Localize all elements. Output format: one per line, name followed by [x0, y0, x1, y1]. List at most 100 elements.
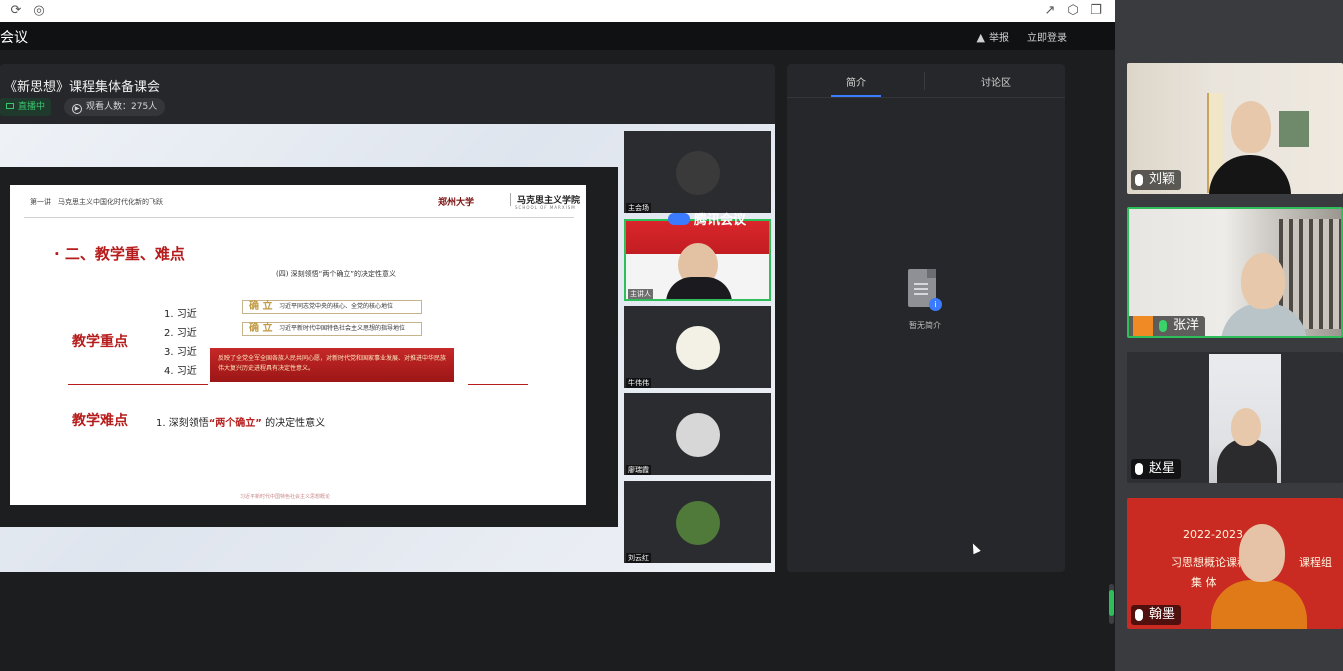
video-tile[interactable]: 牛伟伟 — [624, 306, 771, 388]
list-item: 1. 习近 — [164, 309, 197, 320]
participant-name-tag: 刘颖 — [1131, 170, 1182, 190]
background-text: 课程组 — [1299, 556, 1332, 569]
stream-panel: 《新思想》课程集体备课会 直播中 ▶ 观看人数：275人 第一讲 马克思主义中国化… — [0, 64, 775, 572]
tag-text: 习近平新时代中国特色社会主义思想的指导地位 — [279, 325, 406, 332]
app-header: 会议 ▲ 举报 立即登录 — [0, 22, 1115, 50]
participant-tile[interactable]: 2022-2023 习思想概论课程组 课程组 集 体 翰墨 — [1127, 498, 1343, 629]
video-tile-speaker[interactable]: 主讲人 — [624, 219, 771, 301]
participant-name: 翰墨 — [1149, 607, 1176, 622]
browser-toolbar: ⟳ ◎ ↗ ⬡ ❐ — [0, 0, 1115, 22]
participant-name-tag: 赵星 — [1131, 459, 1182, 479]
difficulty-label: 教学难点 — [72, 413, 128, 429]
report-button[interactable]: ▲ 举报 — [977, 29, 1009, 44]
video-tile[interactable]: 廖瑞霞 — [624, 393, 771, 475]
university-logo: 郑州大学 — [438, 198, 475, 208]
stream-title: 《新思想》课程集体备课会 — [4, 80, 161, 95]
participant-tile[interactable]: 刘颖 — [1127, 63, 1343, 194]
avatar — [676, 413, 720, 457]
participant-tile-active[interactable]: 张洋 — [1127, 207, 1343, 338]
video-tile[interactable]: 刘云红 — [624, 481, 771, 563]
host-user-icon — [1133, 316, 1153, 336]
tile-name: 廖瑞霞 — [626, 465, 651, 475]
video-tile[interactable]: 主会场 — [624, 131, 771, 213]
tile-name: 主会场 — [626, 203, 651, 213]
participant-tile[interactable]: 赵星 — [1127, 352, 1343, 483]
microphone-icon — [1135, 609, 1143, 621]
school-name-en: SCHOOL OF MARXISM — [515, 205, 576, 210]
tile-name: 主讲人 — [628, 289, 653, 299]
globe-icon[interactable]: ◎ — [31, 3, 47, 19]
tencent-meeting-logo-icon — [668, 213, 690, 225]
establish-tag: 确 立习近平新时代中国特色社会主义思想的指导地位 — [242, 322, 422, 336]
shared-screen: 第一讲 马克思主义中国化时代化新的飞跃 郑州大学 马克思主义学院 SCHOOL … — [0, 167, 618, 527]
viewer-count: ▶ 观看人数：275人 — [64, 98, 166, 116]
tencent-meeting-watermark: 腾讯会议 — [668, 209, 746, 228]
participant-name-tag: 张洋 — [1129, 316, 1206, 336]
difficulty-prefix: 1. 深刻领悟 — [156, 418, 209, 429]
play-icon: ▶ — [72, 104, 82, 114]
document-line — [914, 293, 928, 295]
window-icon[interactable]: ❐ — [1088, 3, 1104, 19]
intro-panel: 简介 讨论区 i 暂无简介 — [787, 64, 1065, 572]
slide-footer: 习近平新时代中国特色社会主义思想概论 — [240, 494, 331, 500]
report-label: 举报 — [989, 33, 1009, 44]
tile-name: 牛伟伟 — [626, 378, 651, 388]
tab-discussion[interactable]: 讨论区 — [981, 74, 1011, 89]
live-label: 直播中 — [18, 102, 46, 112]
document-line — [914, 283, 928, 285]
warning-icon: ▲ — [976, 31, 985, 44]
establish-tag: 确 立习近平同志党中央的核心、全党的核心地位 — [242, 300, 422, 314]
tag-word: 确 立 — [249, 301, 273, 312]
divider — [468, 384, 528, 385]
divider — [787, 97, 1065, 98]
share-icon[interactable]: ↗ — [1042, 3, 1058, 19]
list-item: 2. 习近 — [164, 328, 197, 339]
tag-text: 习近平同志党中央的核心、全党的核心地位 — [279, 303, 394, 310]
header-actions: ▲ 举报 立即登录 — [977, 29, 1067, 44]
login-button[interactable]: 立即登录 — [1027, 29, 1067, 44]
background-frame — [1279, 111, 1309, 147]
avatar — [676, 151, 720, 195]
viewer-count-label: 观看人数：275人 — [86, 102, 158, 112]
key-points-label: 教学重点 — [72, 334, 128, 350]
document-icon: i — [908, 269, 942, 311]
reload-icon[interactable]: ⟳ — [8, 3, 24, 19]
microphone-active-icon — [1159, 320, 1167, 332]
participant-name: 刘颖 — [1149, 172, 1176, 187]
presentation-slide: 第一讲 马克思主义中国化时代化新的飞跃 郑州大学 马克思主义学院 SCHOOL … — [10, 185, 586, 505]
empty-intro-text: 暂无简介 — [909, 321, 941, 330]
live-badge: 直播中 — [0, 98, 52, 116]
red-callout: 反映了全党全军全国各族人民共同心愿，对新时代党和国家事业发展、对推进中华民族伟大… — [210, 348, 454, 382]
slide-topline: 第一讲 马克思主义中国化时代化新的飞跃 — [30, 198, 163, 206]
participant-name: 赵星 — [1149, 461, 1176, 476]
avatar — [676, 326, 720, 370]
participant-face — [1231, 408, 1261, 446]
participant-face — [1231, 101, 1271, 153]
tag-word: 确 立 — [249, 323, 273, 334]
slide-heading: · 二、教学重、难点 — [54, 245, 185, 263]
document-fold — [927, 269, 936, 278]
video-area[interactable]: 第一讲 马克思主义中国化时代化新的飞跃 郑州大学 马克思主义学院 SCHOOL … — [0, 124, 775, 572]
participant-face — [1239, 524, 1285, 582]
slide-subheading: (四) 深刻领悟“两个确立”的决定性意义 — [276, 270, 396, 278]
divider — [24, 217, 574, 218]
background-text: 2022-2023 — [1183, 528, 1243, 541]
scrollbar[interactable] — [1109, 584, 1114, 624]
scrollbar-thumb[interactable] — [1109, 590, 1114, 616]
list-item: 4. 习近 — [164, 366, 197, 377]
tab-divider — [924, 72, 925, 90]
cube-icon[interactable]: ⬡ — [1065, 3, 1081, 19]
divider — [68, 384, 208, 385]
participant-name-tag: 翰墨 — [1131, 605, 1182, 625]
camera-icon — [6, 103, 14, 109]
participant-name: 张洋 — [1173, 318, 1200, 333]
list-item: 3. 习近 — [164, 347, 197, 358]
document-line — [914, 288, 928, 290]
info-icon: i — [929, 298, 942, 311]
microphone-icon — [1135, 463, 1143, 475]
tab-intro[interactable]: 简介 — [846, 74, 866, 89]
microphone-icon — [1135, 174, 1143, 186]
difficulty-suffix: 的决定性意义 — [261, 418, 326, 429]
background-text: 集 体 — [1191, 576, 1217, 589]
participant-torso — [1211, 580, 1307, 629]
